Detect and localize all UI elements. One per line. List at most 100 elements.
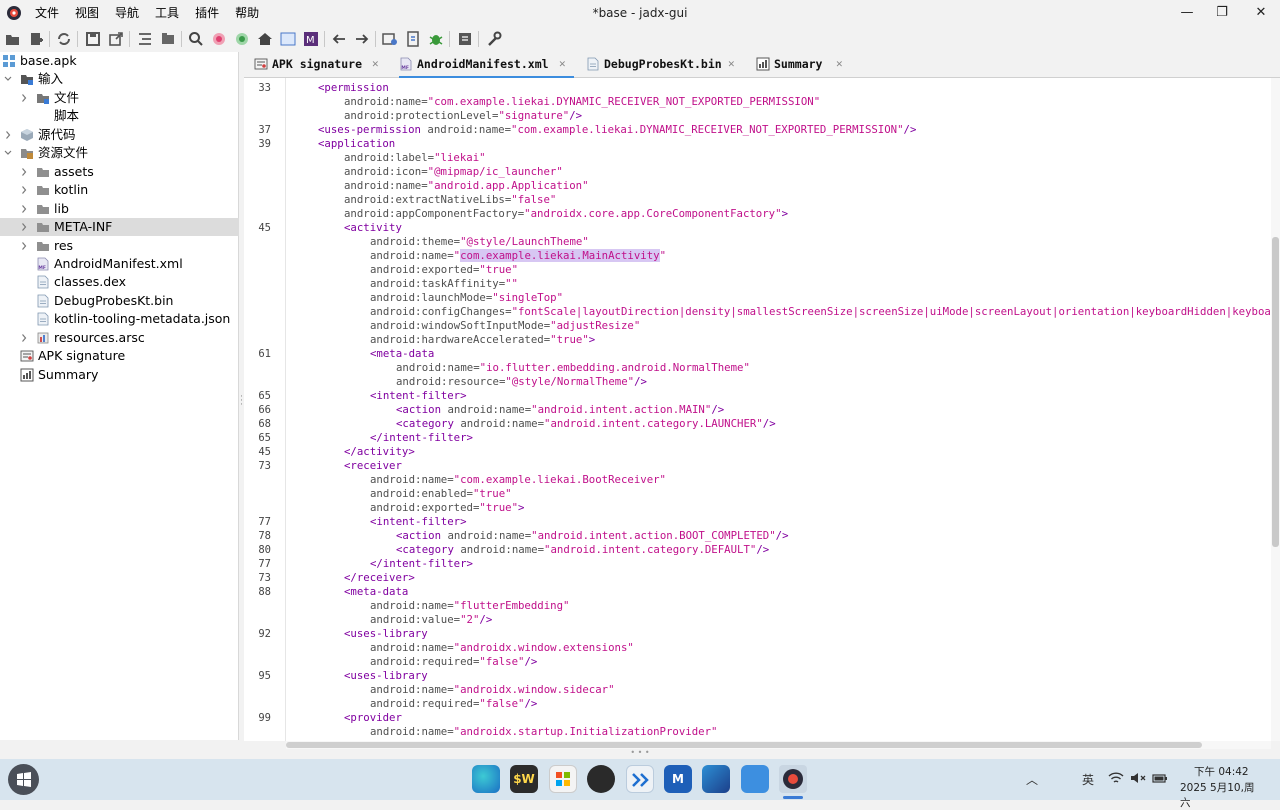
home-icon[interactable] xyxy=(256,30,274,48)
code-line[interactable]: <meta-data xyxy=(344,585,408,599)
debug-icon[interactable] xyxy=(427,30,445,48)
tree-item-kotlin[interactable]: kotlin xyxy=(0,181,239,199)
close-tab-icon[interactable]: ✕ xyxy=(372,52,379,76)
code-line[interactable]: android:required="false"/> xyxy=(370,697,537,711)
chevron-right-icon[interactable] xyxy=(20,204,28,214)
code-editor[interactable]: 33 37 39 45 61 65 66 68 65 45 73 77 78 80 77 73 88 92 95 99… xyxy=(244,78,1271,741)
tab-apk-signature[interactable]: APK signature ✕ xyxy=(254,52,394,78)
close-tab-icon[interactable]: ✕ xyxy=(728,52,735,76)
ime-icon[interactable]: 英 xyxy=(1082,771,1094,788)
code-line[interactable]: android:icon="@mipmap/ic_launcher" xyxy=(344,165,563,179)
tree-item-base-apk[interactable]: base.apk xyxy=(0,52,239,70)
code-line[interactable]: android:name="flutterEmbedding" xyxy=(370,599,569,613)
tree-item-源代码[interactable]: 源代码 xyxy=(0,126,239,144)
code-line[interactable]: android:name= "com.example.liekai.MainAct… xyxy=(370,249,666,263)
tree-item-资源文件[interactable]: 资源文件 xyxy=(0,144,239,162)
word-icon[interactable]: M xyxy=(664,765,692,793)
chevron-right-icon[interactable] xyxy=(20,222,28,232)
store-icon[interactable] xyxy=(549,765,577,793)
code-line[interactable]: android:extractNativeLibs="false" xyxy=(344,193,556,207)
code-line[interactable]: android:appComponentFactory="androidx.co… xyxy=(344,207,788,221)
tab-summary[interactable]: Summary ✕ xyxy=(756,52,856,78)
menu-view[interactable]: 视图 xyxy=(75,5,99,21)
code-line[interactable]: <action android:name="android.intent.act… xyxy=(396,529,789,543)
code-line[interactable]: </intent-filter> xyxy=(370,431,473,445)
close-tab-icon[interactable]: ✕ xyxy=(559,52,566,76)
tree-item-kotlin-tooling-metadata-json[interactable]: kotlin-tooling-metadata.json xyxy=(0,310,239,328)
code-line[interactable]: <category android:name="android.intent.c… xyxy=(396,543,769,557)
chevron-right-icon[interactable] xyxy=(20,93,28,103)
tree-item-res[interactable]: res xyxy=(0,237,239,255)
code-line[interactable]: android:label="liekai" xyxy=(344,151,486,165)
close-button[interactable]: ✕ xyxy=(1252,4,1270,22)
package-icon[interactable] xyxy=(159,30,177,48)
code-line[interactable]: android:required="false"/> xyxy=(370,655,537,669)
search-icon[interactable] xyxy=(187,30,205,48)
code-line[interactable]: <uses-library xyxy=(344,669,428,683)
code-line[interactable]: android:theme="@style/LaunchTheme" xyxy=(370,235,589,249)
add-files-icon[interactable] xyxy=(27,30,45,48)
code-line[interactable]: android:windowSoftInputMode="adjustResiz… xyxy=(370,319,640,333)
code-line[interactable]: </receiver> xyxy=(344,571,415,585)
tree-item-脚本[interactable]: 脚本 xyxy=(0,107,239,125)
tree-item-lib[interactable]: lib xyxy=(0,200,239,218)
file-explorer-icon[interactable] xyxy=(741,765,769,793)
tab-androidmanifest-xml[interactable]: MF AndroidManifest.xml ✕ xyxy=(399,52,574,78)
code-line[interactable]: android:name="android.app.Application" xyxy=(344,179,589,193)
chevron-down-icon[interactable] xyxy=(4,74,12,84)
find-usage-icon[interactable] xyxy=(210,30,228,48)
clock-time[interactable]: 下午 04:42 xyxy=(1194,764,1254,779)
code-line[interactable]: <uses-library xyxy=(344,627,428,641)
menu-navigation[interactable]: 导航 xyxy=(115,5,139,21)
menu-file[interactable]: 文件 xyxy=(35,5,59,21)
tree-item-assets[interactable]: assets xyxy=(0,163,239,181)
forward-icon[interactable] xyxy=(353,30,371,48)
code-line[interactable]: <uses-permission android:name="com.examp… xyxy=(318,123,916,137)
chevron-right-icon[interactable] xyxy=(20,333,28,343)
code-line[interactable]: android:name="androidx.window.sidecar" xyxy=(370,683,615,697)
chevron-down-icon[interactable] xyxy=(4,148,12,158)
chevron-up-icon[interactable]: ︿ xyxy=(1026,771,1038,788)
code-line[interactable]: android:configChanges="fontScale|layoutD… xyxy=(370,305,1271,319)
code-line[interactable]: <intent-filter> xyxy=(370,515,467,529)
code-line[interactable]: android:enabled="true" xyxy=(370,487,512,501)
battery-icon[interactable] xyxy=(1152,771,1168,785)
code-line[interactable]: android:name="com.example.liekai.BootRec… xyxy=(370,473,666,487)
tree-item-输入[interactable]: 输入 xyxy=(0,70,239,88)
log-icon[interactable] xyxy=(456,30,474,48)
menu-plugins[interactable]: 插件 xyxy=(195,5,219,21)
editor-icon[interactable] xyxy=(702,765,730,793)
code-line[interactable]: android:protectionLevel="signature"/> xyxy=(344,109,582,123)
vertical-scroll-thumb[interactable] xyxy=(1272,237,1279,548)
code-line[interactable]: android:value="2"/> xyxy=(370,613,492,627)
code-line[interactable]: <provider xyxy=(344,711,402,725)
wps-icon[interactable]: $W xyxy=(510,765,538,793)
code-line[interactable]: android:name="androidx.startup.Initializ… xyxy=(370,725,717,739)
code-line[interactable]: <permission xyxy=(318,81,389,95)
volume-muted-icon[interactable] xyxy=(1130,771,1146,785)
code-line[interactable]: <activity xyxy=(344,221,402,235)
save-icon[interactable] xyxy=(84,30,102,48)
code-view-icon[interactable] xyxy=(279,30,297,48)
code-line[interactable]: <intent-filter> xyxy=(370,389,467,403)
code-line[interactable]: android:name="androidx.window.extensions… xyxy=(370,641,634,655)
back-icon[interactable] xyxy=(330,30,348,48)
deobf-icon[interactable] xyxy=(404,30,422,48)
code-line[interactable]: android:name="com.example.liekai.DYNAMIC… xyxy=(344,95,820,109)
horizontal-scrollbar[interactable] xyxy=(286,741,1271,749)
obs-icon[interactable] xyxy=(587,765,615,793)
code-line[interactable]: android:resource="@style/NormalTheme"/> xyxy=(396,375,647,389)
menu-help[interactable]: 帮助 xyxy=(235,5,259,21)
preferences-icon[interactable] xyxy=(485,30,503,48)
code-line[interactable]: <meta-data xyxy=(370,347,434,361)
export-icon[interactable] xyxy=(107,30,125,48)
code-line[interactable]: android:taskAffinity="" xyxy=(370,277,518,291)
close-tab-icon[interactable]: ✕ xyxy=(836,52,843,76)
tree-item-androidmanifest-xml[interactable]: MF AndroidManifest.xml xyxy=(0,255,239,273)
restore-button[interactable]: ❐ xyxy=(1213,4,1231,22)
tree-item-summary[interactable]: Summary xyxy=(0,366,239,384)
code-area[interactable]: <permission android:name="com.example.lie… xyxy=(286,78,1271,741)
vscode-like-icon[interactable] xyxy=(626,765,654,793)
open-file-icon[interactable] xyxy=(4,30,22,48)
chevron-right-icon[interactable] xyxy=(4,130,12,140)
